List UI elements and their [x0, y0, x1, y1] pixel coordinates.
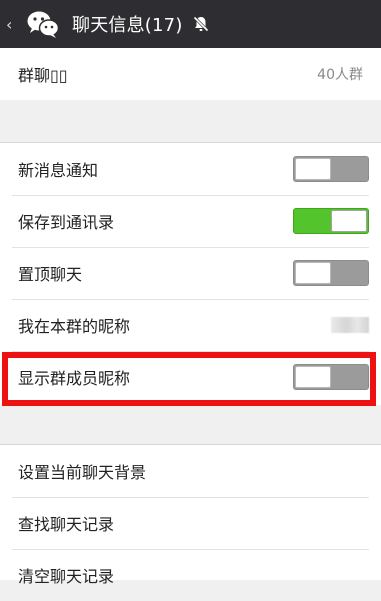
new-message-notify-row[interactable]: 新消息通知	[0, 143, 381, 195]
settings-section: 新消息通知 保存到通讯录 置顶聊天 我在本群的昵称 显示群成员昵称	[0, 143, 381, 405]
new-message-notify-toggle[interactable]	[293, 156, 369, 182]
chevron-left-icon[interactable]: ‹	[6, 15, 22, 34]
show-member-nicknames-row[interactable]: 显示群成员昵称	[0, 351, 381, 403]
toggle-knob	[295, 158, 331, 180]
action-label: 清空聊天记录	[18, 567, 115, 586]
save-to-contacts-toggle[interactable]	[293, 208, 369, 234]
toggle-knob	[331, 210, 367, 232]
setting-label: 置顶聊天	[18, 265, 83, 284]
save-to-contacts-row[interactable]: 保存到通讯录	[0, 195, 381, 247]
top-bar: ‹ 聊天信息(17)	[0, 0, 381, 48]
setting-label: 我在本群的昵称	[18, 317, 131, 336]
setting-label: 新消息通知	[18, 161, 99, 180]
chat-actions-section: 设置当前聊天背景 查找聊天记录 清空聊天记录	[0, 445, 381, 586]
group-member-count: 40人群	[317, 67, 363, 83]
action-label: 设置当前聊天背景	[18, 463, 147, 482]
show-member-nicknames-toggle[interactable]	[293, 364, 369, 390]
my-group-nickname-row[interactable]: 我在本群的昵称	[0, 299, 381, 351]
setting-label: 保存到通讯录	[18, 213, 115, 232]
group-name-label: 群聊▯▯	[18, 66, 68, 85]
toggle-knob	[295, 262, 331, 284]
pin-chat-row[interactable]: 置顶聊天	[0, 247, 381, 299]
pin-chat-toggle[interactable]	[293, 260, 369, 286]
redacted-nickname	[331, 317, 369, 333]
wechat-icon[interactable]	[26, 9, 60, 39]
clear-chat-history-row[interactable]: 清空聊天记录	[0, 549, 381, 601]
setting-label: 显示群成员昵称	[18, 369, 131, 388]
set-chat-background-row[interactable]: 设置当前聊天背景	[0, 445, 381, 497]
group-name-section: 群聊▯▯ 40人群	[0, 48, 381, 100]
page-title: 聊天信息(17)	[72, 15, 183, 36]
group-name-row[interactable]: 群聊▯▯ 40人群	[0, 48, 381, 100]
search-chat-history-row[interactable]: 查找聊天记录	[0, 497, 381, 549]
action-label: 查找聊天记录	[18, 515, 115, 534]
toggle-knob	[295, 366, 331, 388]
bell-muted-icon	[191, 14, 211, 34]
